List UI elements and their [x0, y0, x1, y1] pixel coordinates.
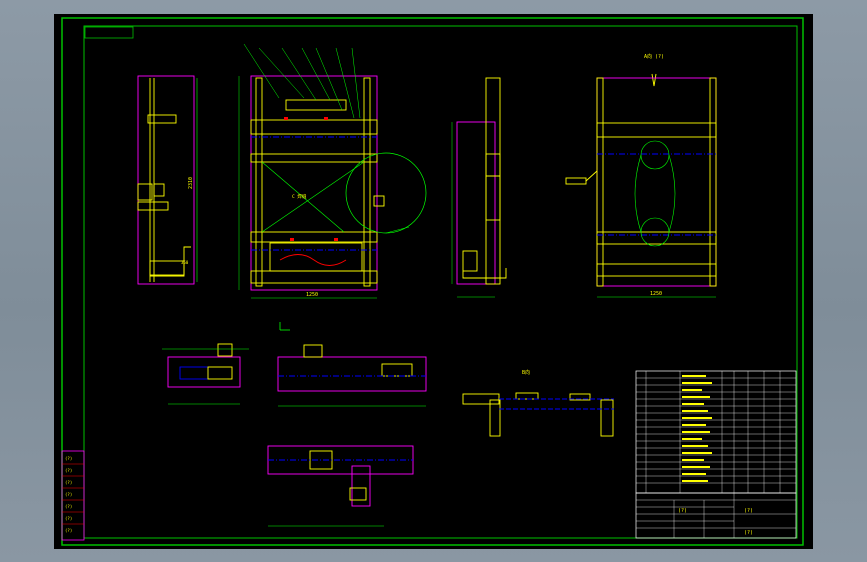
view-b-label: B向 — [522, 369, 530, 376]
title-block: (?) (?) (?) — [635, 492, 797, 539]
title-block-name: (?) — [744, 508, 753, 514]
title-block-scale: (?) — [744, 530, 753, 536]
margin-row-7: (?) — [65, 528, 72, 533]
front-total-dim: 1250 — [306, 292, 318, 298]
cad-drawing: (?) (?) (?) (?) (?) (?) (?) 2310 360 125… — [61, 17, 804, 546]
middle-side-view — [451, 77, 507, 298]
right-total-dim: 1250 — [650, 291, 662, 297]
outer-frame — [61, 17, 804, 546]
detail-part-b-view: B向 — [462, 369, 614, 437]
margin-row-4: (?) — [65, 492, 72, 497]
margin-row-3: (?) — [65, 480, 72, 485]
left-margin-box: (?) (?) (?) (?) (?) (?) (?) — [61, 450, 85, 541]
side-view: 2310 360 — [137, 75, 198, 285]
svg-text:360: 360 — [181, 260, 189, 265]
margin-row-5: (?) — [65, 504, 72, 509]
title-block-title: (?) — [678, 508, 687, 514]
margin-row-6: (?) — [65, 516, 72, 521]
margin-row-1: (?) — [65, 456, 72, 461]
side-height-dim: 2310 — [188, 177, 194, 189]
detail-part-c — [267, 445, 414, 527]
parts-list — [635, 370, 797, 494]
right-view: A向 (?) 1250 — [565, 53, 717, 298]
view-a-label: A向 (?) — [644, 53, 664, 60]
top-left-code-box — [84, 26, 134, 39]
front-view: 1250 C 焊缝 — [238, 43, 378, 299]
detail-part-b — [277, 322, 427, 407]
detail-part — [373, 195, 385, 207]
detail-circle — [345, 152, 427, 234]
detail-part-a — [162, 343, 249, 405]
drawing-sheet: (?) (?) (?) (?) (?) (?) (?) 2310 360 125… — [54, 14, 813, 549]
weld-note: C 焊缝 — [292, 193, 307, 200]
inner-frame — [83, 25, 798, 539]
margin-row-2: (?) — [65, 468, 72, 473]
